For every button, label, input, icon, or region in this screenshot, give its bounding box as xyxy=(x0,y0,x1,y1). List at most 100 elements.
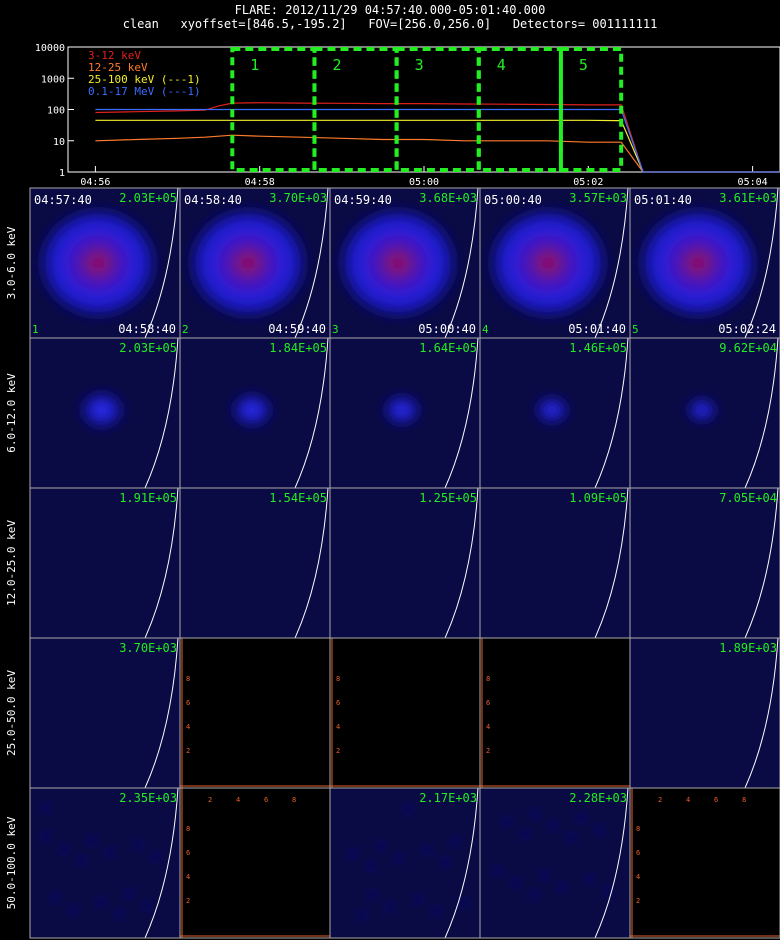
source-emission xyxy=(76,388,128,432)
panel-background xyxy=(30,788,180,938)
interval-start-time: 04:57:40 xyxy=(34,193,92,207)
noise-patch xyxy=(358,911,366,919)
source-emission xyxy=(340,209,456,317)
noise-patch xyxy=(368,891,376,899)
panel-background xyxy=(630,638,780,788)
interval-start-time: 05:00:40 xyxy=(484,193,542,207)
peak-value-label: 2.03E+05 xyxy=(119,341,177,355)
image-panel: 2.17E+03 xyxy=(329,787,481,939)
noise-patch xyxy=(349,850,357,858)
empty-axis-tick: 8 xyxy=(186,675,190,683)
image-panel: 3.70E+03 xyxy=(29,637,181,789)
image-panel: 1.46E+05 xyxy=(479,337,631,489)
noise-patch xyxy=(152,853,160,861)
empty-axis-tick: 2 xyxy=(186,897,190,905)
image-cube-grid: 3.0-6.0 keV 6.0-12.0 keV 12.0-25.0 keV 25.0… xyxy=(5,187,780,939)
interval-end-time: 04:58:40 xyxy=(118,322,176,336)
image-panel: 3.68E+03 04:59:40 05:00:40 3 xyxy=(329,187,481,339)
noise-patch xyxy=(69,906,77,914)
peak-value-label: 1.09E+05 xyxy=(569,491,627,505)
noise-patch xyxy=(115,910,123,918)
source-emission xyxy=(532,394,572,426)
empty-axis-tick: 6 xyxy=(486,699,490,707)
empty-panel xyxy=(630,788,780,938)
noise-patch xyxy=(494,867,502,875)
empty-axis-tick: 8 xyxy=(742,796,746,804)
noise-patch xyxy=(577,814,585,822)
noise-patch xyxy=(42,833,50,841)
noise-patch xyxy=(143,902,151,910)
noise-patch xyxy=(404,805,412,813)
interval-start-time: 05:01:40 xyxy=(634,193,692,207)
peak-value-label: 1.46E+05 xyxy=(569,341,627,355)
noise-patch xyxy=(377,842,385,850)
noise-patch xyxy=(41,804,49,812)
empty-axis-tick: 2 xyxy=(486,747,490,755)
noise-patch xyxy=(432,907,440,915)
empty-axis-tick: 2 xyxy=(208,796,212,804)
empty-axis-tick: 4 xyxy=(336,723,340,731)
image-panel: 1.25E+05 xyxy=(329,487,481,639)
peak-value-label: 2.17E+03 xyxy=(419,791,477,805)
image-panel: 9.62E+04 xyxy=(629,337,780,489)
noise-patch xyxy=(558,883,566,891)
peak-value-label: 2.28E+03 xyxy=(569,791,627,805)
empty-panel xyxy=(180,788,330,938)
panel-background xyxy=(330,488,480,638)
noise-patch xyxy=(460,899,468,907)
noise-patch xyxy=(530,891,538,899)
empty-axis-tick: 4 xyxy=(486,723,490,731)
panel-background xyxy=(180,488,330,638)
empty-axis-tick: 6 xyxy=(186,699,190,707)
energy-band-label: 6.0-12.0 keV xyxy=(5,373,18,453)
empty-axis-tick: 8 xyxy=(336,675,340,683)
peak-value-label: 9.62E+04 xyxy=(719,341,777,355)
source-emission xyxy=(490,209,606,317)
noise-patch xyxy=(88,837,96,845)
noise-patch xyxy=(414,895,422,903)
noise-patch xyxy=(367,862,375,870)
empty-panel xyxy=(330,638,480,788)
empty-axis-tick: 4 xyxy=(636,873,640,881)
source-emission xyxy=(380,392,424,428)
peak-value-label: 3.70E+03 xyxy=(269,191,327,205)
peak-value-label: 2.35E+03 xyxy=(119,791,177,805)
panel-background xyxy=(480,788,630,938)
noise-patch xyxy=(125,890,133,898)
empty-axis-tick: 8 xyxy=(186,825,190,833)
interval-start-time: 04:59:40 xyxy=(334,193,392,207)
noise-patch xyxy=(567,834,575,842)
image-panel: 1.09E+05 xyxy=(479,487,631,639)
interval-end-time: 05:02:24 xyxy=(718,322,776,336)
source-emission xyxy=(640,209,756,317)
interval-end-time: 05:00:40 xyxy=(418,322,476,336)
noise-patch xyxy=(521,830,529,838)
image-panel: 2 4 6 8 xyxy=(179,637,331,789)
empty-axis-tick: 4 xyxy=(686,796,690,804)
noise-patch xyxy=(531,810,539,818)
empty-axis-tick: 8 xyxy=(292,796,296,804)
energy-band-label: 12.0-25.0 keV xyxy=(5,520,18,606)
empty-axis-tick: 6 xyxy=(336,699,340,707)
source-emission xyxy=(684,396,720,424)
empty-axis-tick: 2 xyxy=(336,747,340,755)
image-panel: 1.89E+03 xyxy=(629,637,780,789)
image-panel: 2 2 4 4 6 6 8 8 xyxy=(629,787,780,939)
image-panel: 1.64E+05 xyxy=(329,337,481,489)
interval-index-label: 1 xyxy=(32,323,39,336)
empty-axis-tick: 6 xyxy=(636,849,640,857)
interval-index-label: 2 xyxy=(182,323,189,336)
empty-axis-tick: 8 xyxy=(636,825,640,833)
peak-value-label: 3.61E+03 xyxy=(719,191,777,205)
energy-band-label: 50.0-100.0 keV xyxy=(5,816,18,909)
peak-value-label: 1.64E+05 xyxy=(419,341,477,355)
noise-patch xyxy=(386,903,394,911)
source-emission xyxy=(40,209,156,317)
image-panel: 2.03E+05 xyxy=(29,337,181,489)
empty-axis-tick: 6 xyxy=(186,849,190,857)
image-panel: 2.03E+05 04:57:40 04:58:40 1 xyxy=(29,187,181,339)
image-panel: 3.57E+03 05:00:40 05:01:40 4 xyxy=(479,187,631,339)
empty-axis-tick: 8 xyxy=(486,675,490,683)
peak-value-label: 2.03E+05 xyxy=(119,191,177,205)
image-panel: 3.70E+03 04:58:40 04:59:40 2 xyxy=(179,187,331,339)
